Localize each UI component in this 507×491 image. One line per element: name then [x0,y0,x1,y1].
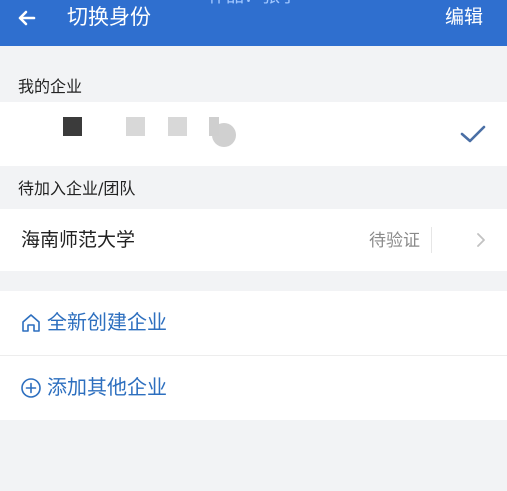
pending-company-name: 海南师范大学 [21,229,136,251]
pending-section-label: 待加入企业/团队 [18,179,136,198]
create-company-button[interactable]: 全新创建企业 [0,291,507,356]
watermark-text: 作品：张学 [208,0,298,8]
edit-button[interactable]: 编辑 [445,4,483,30]
back-arrow-icon[interactable] [14,3,44,33]
create-company-label: 全新创建企业 [47,310,167,334]
home-icon [22,314,40,332]
my-company-section-label: 我的企业 [18,77,83,96]
header-bar: 切换身份 作品：张学 编辑 [0,0,507,46]
redacted-block [209,117,219,136]
redacted-block [126,117,145,136]
row-divider [431,227,432,253]
redacted-block [168,117,187,136]
checkmark-icon [460,125,486,143]
pending-company-row[interactable]: 海南师范大学 待验证 [0,209,507,271]
chevron-right-icon [477,233,485,247]
page-title: 切换身份 [67,5,151,29]
add-company-label: 添加其他企业 [47,375,167,399]
pending-status-text: 待验证 [369,231,420,251]
plus-circle-icon [21,378,41,398]
actions-panel: 全新创建企业 添加其他企业 [0,291,507,420]
redacted-block [63,117,82,136]
add-company-button[interactable]: 添加其他企业 [0,356,507,420]
